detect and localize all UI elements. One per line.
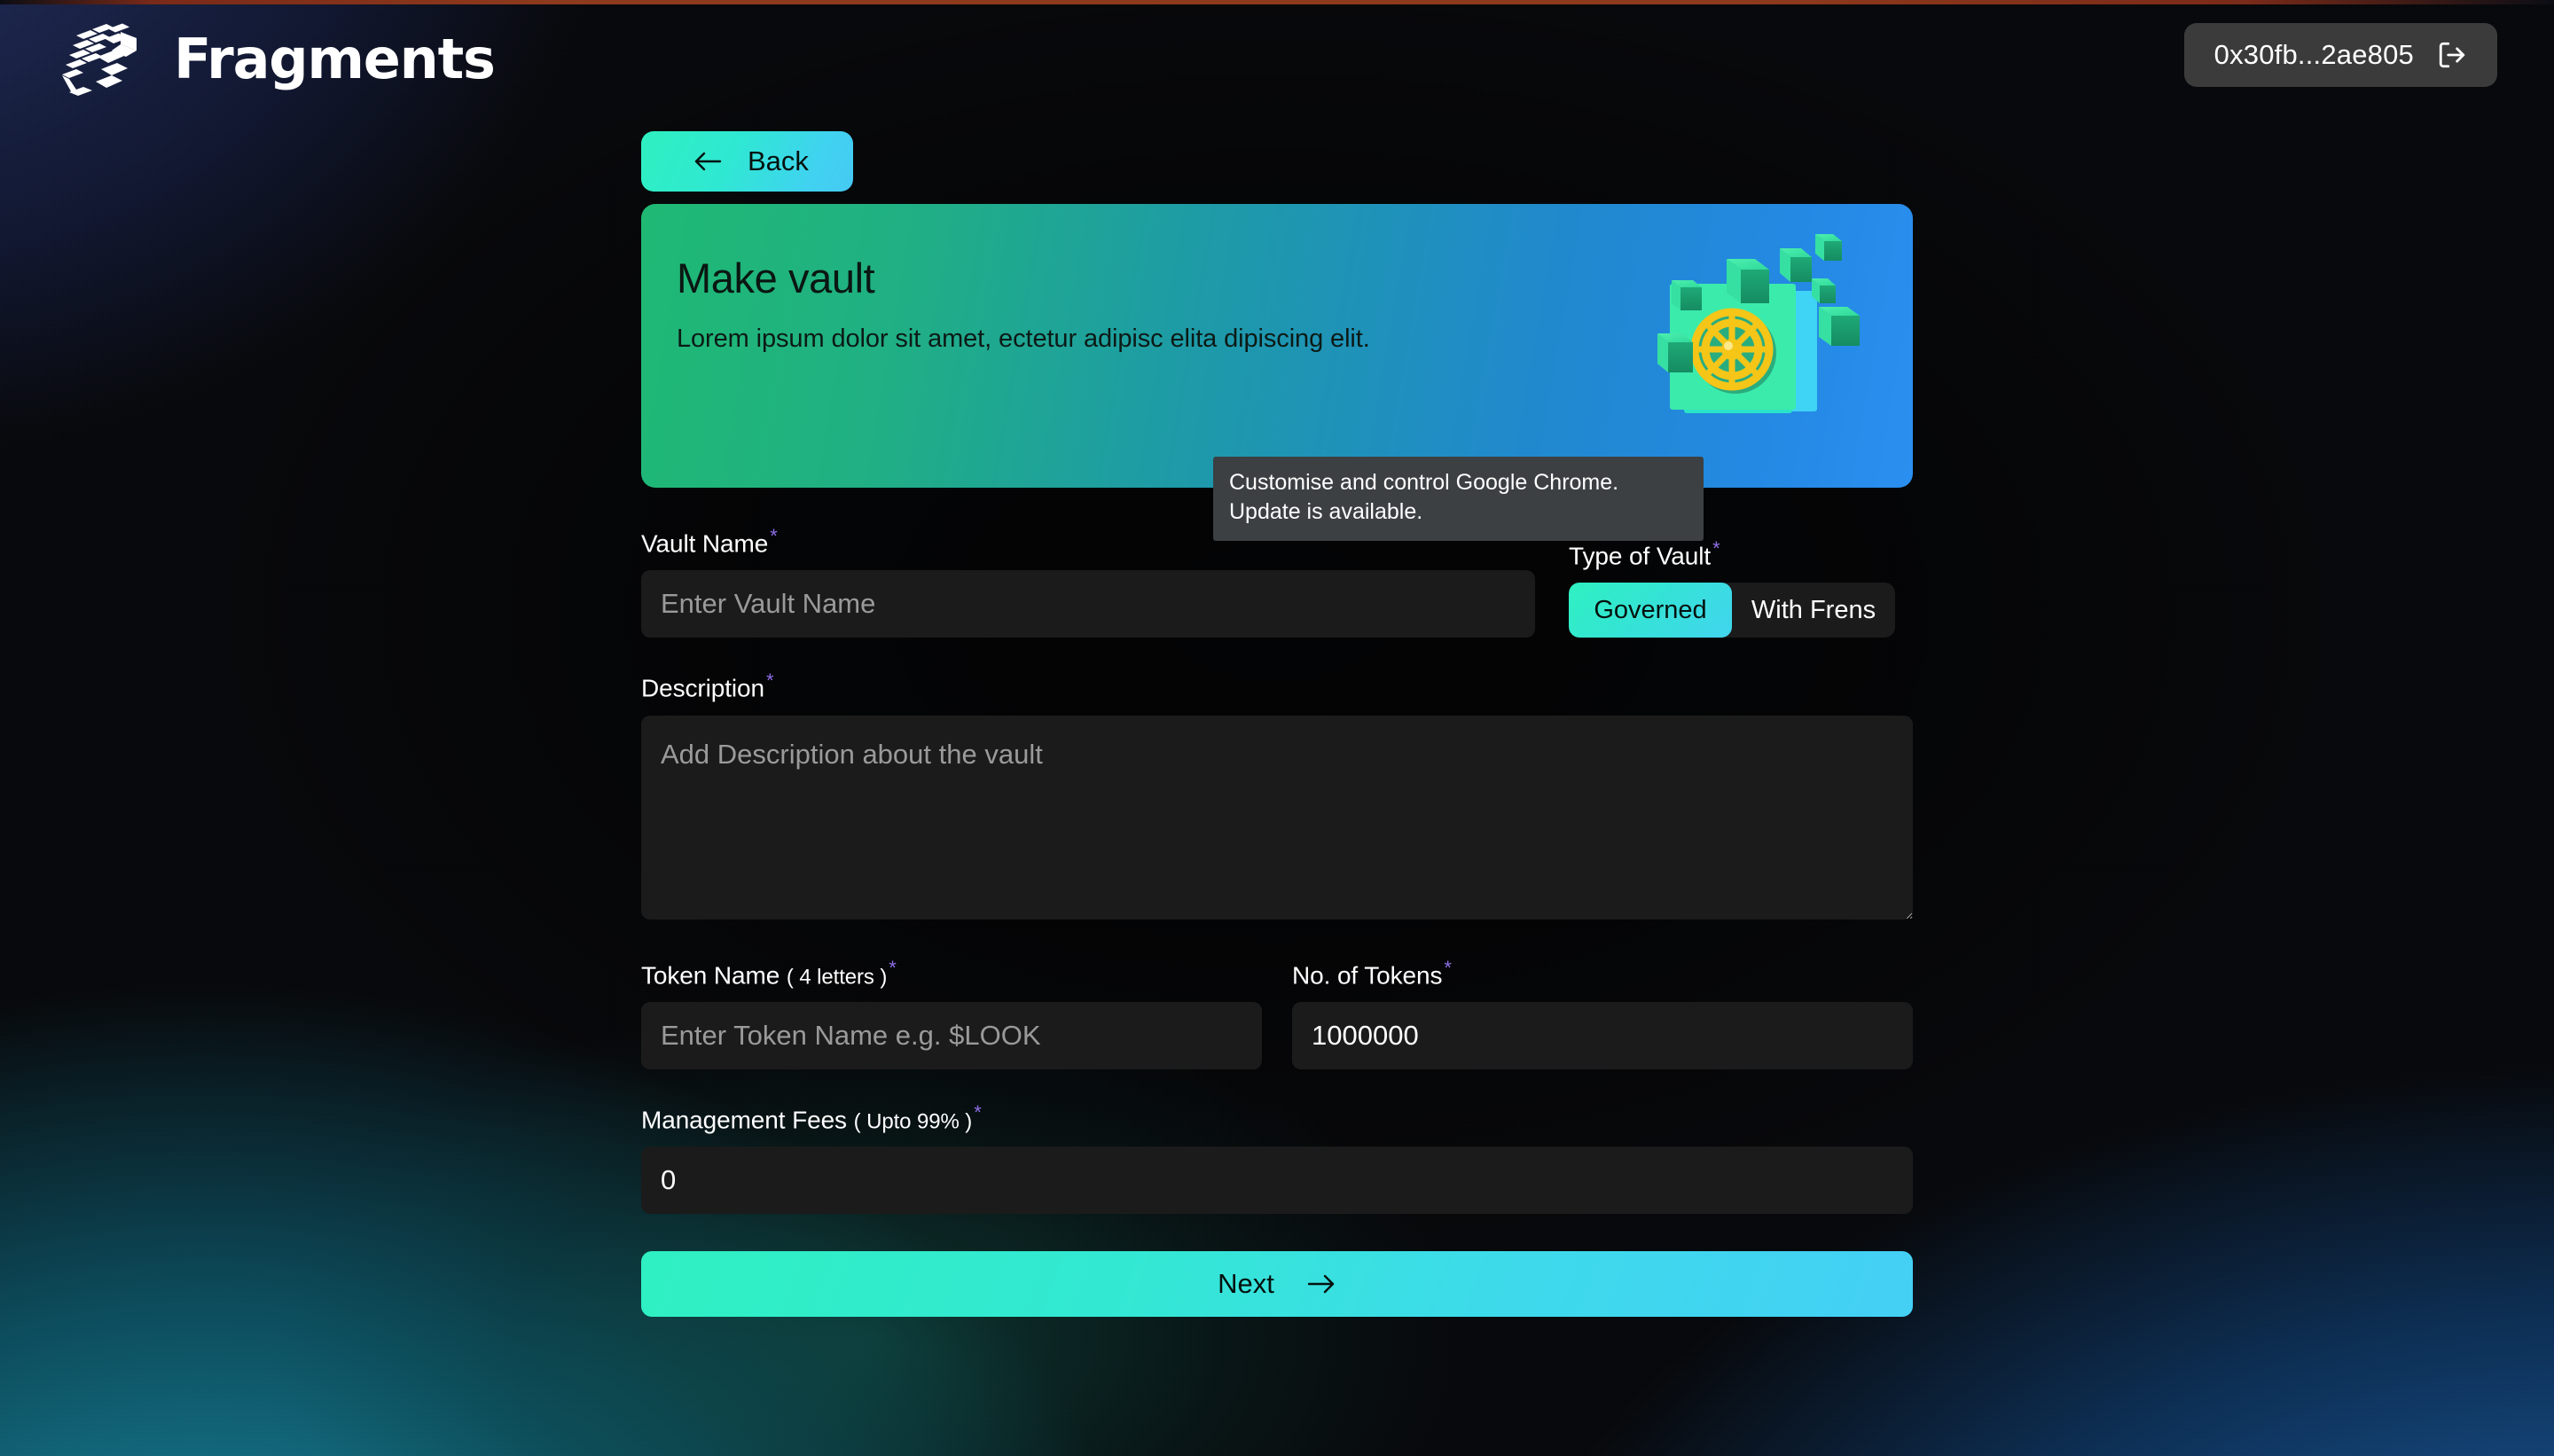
field-no-of-tokens: No. of Tokens* [1292, 957, 1913, 1069]
toggle-option-with-frens[interactable]: With Frens [1732, 583, 1895, 638]
main-content: Back Make vault Lorem ipsum dolor sit am… [641, 131, 1913, 1318]
required-asterisk: * [974, 1100, 982, 1123]
field-vault-name: Vault Name* [641, 525, 1535, 638]
arrow-left-icon [694, 152, 722, 171]
wallet-address-button[interactable]: 0x30fb...2ae805 [2183, 23, 2497, 87]
description-label: Description* [641, 669, 774, 702]
hero-card: Make vault Lorem ipsum dolor sit amet, e… [641, 204, 1913, 488]
required-asterisk: * [770, 525, 778, 547]
hero-text-block: Make vault Lorem ipsum dolor sit amet, e… [677, 255, 1370, 354]
row-management-fees: Management Fees ( Upto 99% )* [641, 1100, 1913, 1215]
arrow-right-icon [1307, 1275, 1335, 1294]
required-asterisk: * [889, 956, 897, 979]
row-vault-name-and-type: Vault Name* Type of Vault* Governed With… [641, 525, 1913, 638]
field-description: Description* [641, 669, 1913, 920]
make-vault-form: Vault Name* Type of Vault* Governed With… [641, 525, 1913, 1318]
field-type-of-vault: Type of Vault* Governed With Frens [1569, 537, 1913, 638]
required-asterisk: * [765, 669, 774, 693]
toggle-option-governed[interactable]: Governed [1569, 583, 1732, 638]
no-of-tokens-label: No. of Tokens* [1292, 956, 1452, 989]
management-fees-label: Management Fees ( Upto 99% )* [641, 1100, 982, 1134]
vault-name-input[interactable] [641, 570, 1535, 638]
app-root: Fragments 0x30fb...2ae805 Back Make vaul… [0, 0, 2554, 1456]
token-name-hint: ( 4 letters ) [786, 964, 888, 989]
token-name-label: Token Name ( 4 letters )* [641, 956, 897, 989]
type-of-vault-toggle-group: Governed With Frens [1569, 583, 1895, 638]
field-management-fees: Management Fees ( Upto 99% )* [641, 1100, 1913, 1215]
row-token-name-and-count: Token Name ( 4 letters )* No. of Tokens* [641, 957, 1913, 1069]
next-button-label: Next [1218, 1268, 1274, 1300]
logout-icon [2439, 42, 2465, 68]
page-subtitle: Lorem ipsum dolor sit amet, ectetur adip… [677, 324, 1370, 353]
brand-name: Fragments [174, 27, 496, 91]
required-asterisk: * [1444, 956, 1452, 979]
page-title: Make vault [677, 254, 875, 301]
back-button[interactable]: Back [641, 131, 853, 192]
field-token-name: Token Name ( 4 letters )* [641, 957, 1262, 1069]
type-of-vault-label: Type of Vault* [1569, 537, 1720, 570]
back-button-label: Back [748, 145, 809, 176]
page-header: Fragments 0x30fb...2ae805 [0, 0, 2554, 115]
next-button[interactable]: Next [641, 1251, 1913, 1318]
fragments-logo-icon [62, 23, 137, 96]
wallet-address-label: 0x30fb...2ae805 [2213, 39, 2414, 70]
description-textarea[interactable] [641, 715, 1913, 920]
brand-logo[interactable]: Fragments [62, 21, 496, 98]
required-asterisk: * [1712, 537, 1720, 560]
vault-door-icon [1657, 234, 1860, 413]
row-description: Description* [641, 669, 1913, 920]
chrome-tooltip: Customise and control Google Chrome. Upd… [1213, 457, 1704, 541]
management-fees-hint: ( Upto 99% ) [853, 1109, 973, 1134]
browser-top-edge [0, 0, 2554, 4]
no-of-tokens-input[interactable] [1292, 1001, 1913, 1069]
token-name-input[interactable] [641, 1001, 1262, 1069]
management-fees-input[interactable] [641, 1147, 1913, 1215]
